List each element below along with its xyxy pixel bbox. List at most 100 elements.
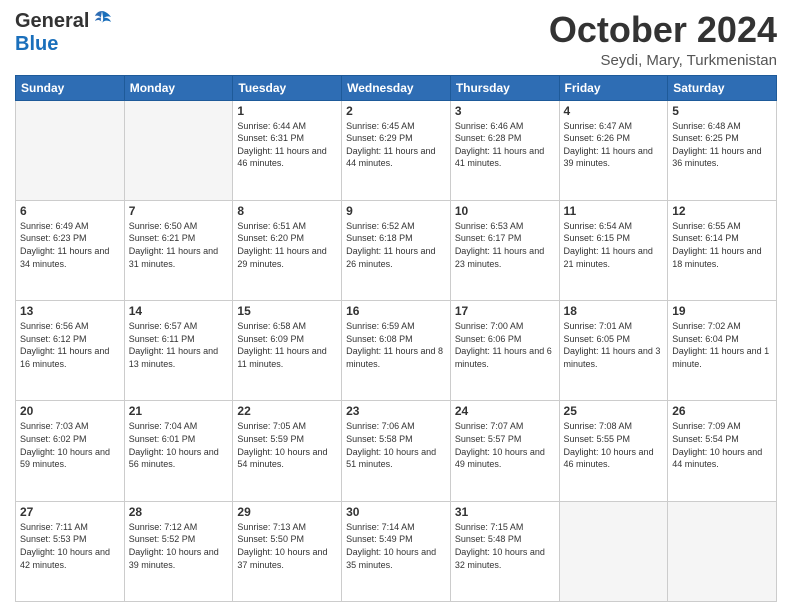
day-info: Sunrise: 6:55 AM Sunset: 6:14 PM Dayligh… <box>672 220 772 270</box>
table-row: 28Sunrise: 7:12 AM Sunset: 5:52 PM Dayli… <box>124 501 233 601</box>
day-number: 25 <box>564 404 664 418</box>
day-info: Sunrise: 6:58 AM Sunset: 6:09 PM Dayligh… <box>237 320 337 370</box>
day-info: Sunrise: 6:48 AM Sunset: 6:25 PM Dayligh… <box>672 120 772 170</box>
day-info: Sunrise: 7:14 AM Sunset: 5:49 PM Dayligh… <box>346 521 446 571</box>
day-info: Sunrise: 7:08 AM Sunset: 5:55 PM Dayligh… <box>564 420 664 470</box>
col-tuesday: Tuesday <box>233 75 342 100</box>
table-row: 5 Sunrise: 6:48 AM Sunset: 6:25 PM Daylig… <box>668 100 777 200</box>
calendar-header-row: Sunday Monday Tuesday Wednesday Thursday… <box>16 75 777 100</box>
day-number: 6 <box>20 204 120 218</box>
table-row: 22 Sunrise: 7:05 AM Sunset: 5:59 PM Dayli… <box>233 401 342 501</box>
table-row: 24Sunrise: 7:07 AM Sunset: 5:57 PM Dayli… <box>450 401 559 501</box>
location: Seydi, Mary, Turkmenistan <box>549 52 777 69</box>
day-number: 17 <box>455 304 555 318</box>
day-number: 11 <box>564 204 664 218</box>
table-row: 29 Sunrise: 7:13 AM Sunset: 5:50 PM Dayli… <box>233 501 342 601</box>
table-row: 8Sunrise: 6:51 AM Sunset: 6:20 PM Daylig… <box>233 200 342 300</box>
day-number: 31 <box>455 505 555 519</box>
logo: General Blue <box>15 10 113 56</box>
day-number: 1 <box>237 104 337 118</box>
day-number: 2 <box>346 104 446 118</box>
day-number: 29 <box>237 505 337 519</box>
logo-general-text: General <box>15 10 89 33</box>
day-number: 15 <box>237 304 337 318</box>
day-number: 10 <box>455 204 555 218</box>
day-info: Sunrise: 6:49 AM Sunset: 6:23 PM Dayligh… <box>20 220 120 270</box>
day-info: Sunrise: 6:44 AM Sunset: 6:31 PM Dayligh… <box>237 120 337 170</box>
table-row: 17Sunrise: 7:00 AM Sunset: 6:06 PM Dayli… <box>450 301 559 401</box>
day-number: 5 <box>672 104 772 118</box>
calendar-table: Sunday Monday Tuesday Wednesday Thursday… <box>15 75 777 602</box>
table-row: 20Sunrise: 7:03 AM Sunset: 6:02 PM Dayli… <box>16 401 125 501</box>
logo-bird-icon <box>91 9 113 31</box>
day-info: Sunrise: 7:15 AM Sunset: 5:48 PM Dayligh… <box>455 521 555 571</box>
col-monday: Monday <box>124 75 233 100</box>
day-number: 4 <box>564 104 664 118</box>
table-row <box>668 501 777 601</box>
day-info: Sunrise: 7:02 AM Sunset: 6:04 PM Dayligh… <box>672 320 772 370</box>
day-info: Sunrise: 6:47 AM Sunset: 6:26 PM Dayligh… <box>564 120 664 170</box>
table-row: 15 Sunrise: 6:58 AM Sunset: 6:09 PM Dayli… <box>233 301 342 401</box>
table-row: 19 Sunrise: 7:02 AM Sunset: 6:04 PM Dayli… <box>668 301 777 401</box>
day-info: Sunrise: 7:03 AM Sunset: 6:02 PM Dayligh… <box>20 420 120 470</box>
day-number: 14 <box>129 304 229 318</box>
day-number: 16 <box>346 304 446 318</box>
logo-blue-text: Blue <box>15 33 58 56</box>
day-info: Sunrise: 7:05 AM Sunset: 5:59 PM Dayligh… <box>237 420 337 470</box>
day-number: 8 <box>237 204 337 218</box>
day-number: 23 <box>346 404 446 418</box>
day-info: Sunrise: 6:59 AM Sunset: 6:08 PM Dayligh… <box>346 320 446 370</box>
table-row: 10 Sunrise: 6:53 AM Sunset: 6:17 PM Dayli… <box>450 200 559 300</box>
table-row: 3Sunrise: 6:46 AM Sunset: 6:28 PM Daylig… <box>450 100 559 200</box>
table-row: 23 Sunrise: 7:06 AM Sunset: 5:58 PM Dayli… <box>342 401 451 501</box>
col-saturday: Saturday <box>668 75 777 100</box>
table-row: 2Sunrise: 6:45 AM Sunset: 6:29 PM Daylig… <box>342 100 451 200</box>
day-number: 3 <box>455 104 555 118</box>
header: General Blue October 2024 Seydi, Mary, T… <box>15 10 777 69</box>
day-info: Sunrise: 7:13 AM Sunset: 5:50 PM Dayligh… <box>237 521 337 571</box>
day-info: Sunrise: 6:53 AM Sunset: 6:17 PM Dayligh… <box>455 220 555 270</box>
day-number: 19 <box>672 304 772 318</box>
table-row: 25 Sunrise: 7:08 AM Sunset: 5:55 PM Dayli… <box>559 401 668 501</box>
table-row: 14Sunrise: 6:57 AM Sunset: 6:11 PM Dayli… <box>124 301 233 401</box>
day-number: 9 <box>346 204 446 218</box>
table-row: 21 Sunrise: 7:04 AM Sunset: 6:01 PM Dayli… <box>124 401 233 501</box>
calendar-week-row: 13 Sunrise: 6:56 AM Sunset: 6:12 PM Dayli… <box>16 301 777 401</box>
title-block: October 2024 Seydi, Mary, Turkmenistan <box>549 10 777 69</box>
calendar-week-row: 20Sunrise: 7:03 AM Sunset: 6:02 PM Dayli… <box>16 401 777 501</box>
day-info: Sunrise: 7:04 AM Sunset: 6:01 PM Dayligh… <box>129 420 229 470</box>
page: General Blue October 2024 Seydi, Mary, T… <box>0 0 792 612</box>
day-info: Sunrise: 6:54 AM Sunset: 6:15 PM Dayligh… <box>564 220 664 270</box>
table-row: 31 Sunrise: 7:15 AM Sunset: 5:48 PM Dayli… <box>450 501 559 601</box>
day-number: 21 <box>129 404 229 418</box>
table-row: 16 Sunrise: 6:59 AM Sunset: 6:08 PM Dayli… <box>342 301 451 401</box>
day-info: Sunrise: 6:52 AM Sunset: 6:18 PM Dayligh… <box>346 220 446 270</box>
day-number: 13 <box>20 304 120 318</box>
table-row: 13 Sunrise: 6:56 AM Sunset: 6:12 PM Dayli… <box>16 301 125 401</box>
table-row <box>16 100 125 200</box>
day-number: 12 <box>672 204 772 218</box>
day-info: Sunrise: 7:12 AM Sunset: 5:52 PM Dayligh… <box>129 521 229 571</box>
month-title: October 2024 <box>549 10 777 50</box>
day-info: Sunrise: 7:01 AM Sunset: 6:05 PM Dayligh… <box>564 320 664 370</box>
table-row: 6 Sunrise: 6:49 AM Sunset: 6:23 PM Daylig… <box>16 200 125 300</box>
day-info: Sunrise: 7:07 AM Sunset: 5:57 PM Dayligh… <box>455 420 555 470</box>
day-number: 7 <box>129 204 229 218</box>
table-row: 30Sunrise: 7:14 AM Sunset: 5:49 PM Dayli… <box>342 501 451 601</box>
table-row: 12 Sunrise: 6:55 AM Sunset: 6:14 PM Dayli… <box>668 200 777 300</box>
day-info: Sunrise: 7:09 AM Sunset: 5:54 PM Dayligh… <box>672 420 772 470</box>
calendar-week-row: 27Sunrise: 7:11 AM Sunset: 5:53 PM Dayli… <box>16 501 777 601</box>
day-info: Sunrise: 7:06 AM Sunset: 5:58 PM Dayligh… <box>346 420 446 470</box>
day-number: 26 <box>672 404 772 418</box>
day-number: 22 <box>237 404 337 418</box>
col-thursday: Thursday <box>450 75 559 100</box>
table-row: 7Sunrise: 6:50 AM Sunset: 6:21 PM Daylig… <box>124 200 233 300</box>
col-friday: Friday <box>559 75 668 100</box>
table-row: 27Sunrise: 7:11 AM Sunset: 5:53 PM Dayli… <box>16 501 125 601</box>
table-row: 18 Sunrise: 7:01 AM Sunset: 6:05 PM Dayli… <box>559 301 668 401</box>
table-row: 11 Sunrise: 6:54 AM Sunset: 6:15 PM Dayli… <box>559 200 668 300</box>
col-wednesday: Wednesday <box>342 75 451 100</box>
day-number: 18 <box>564 304 664 318</box>
table-row: 1 Sunrise: 6:44 AM Sunset: 6:31 PM Daylig… <box>233 100 342 200</box>
day-info: Sunrise: 6:56 AM Sunset: 6:12 PM Dayligh… <box>20 320 120 370</box>
